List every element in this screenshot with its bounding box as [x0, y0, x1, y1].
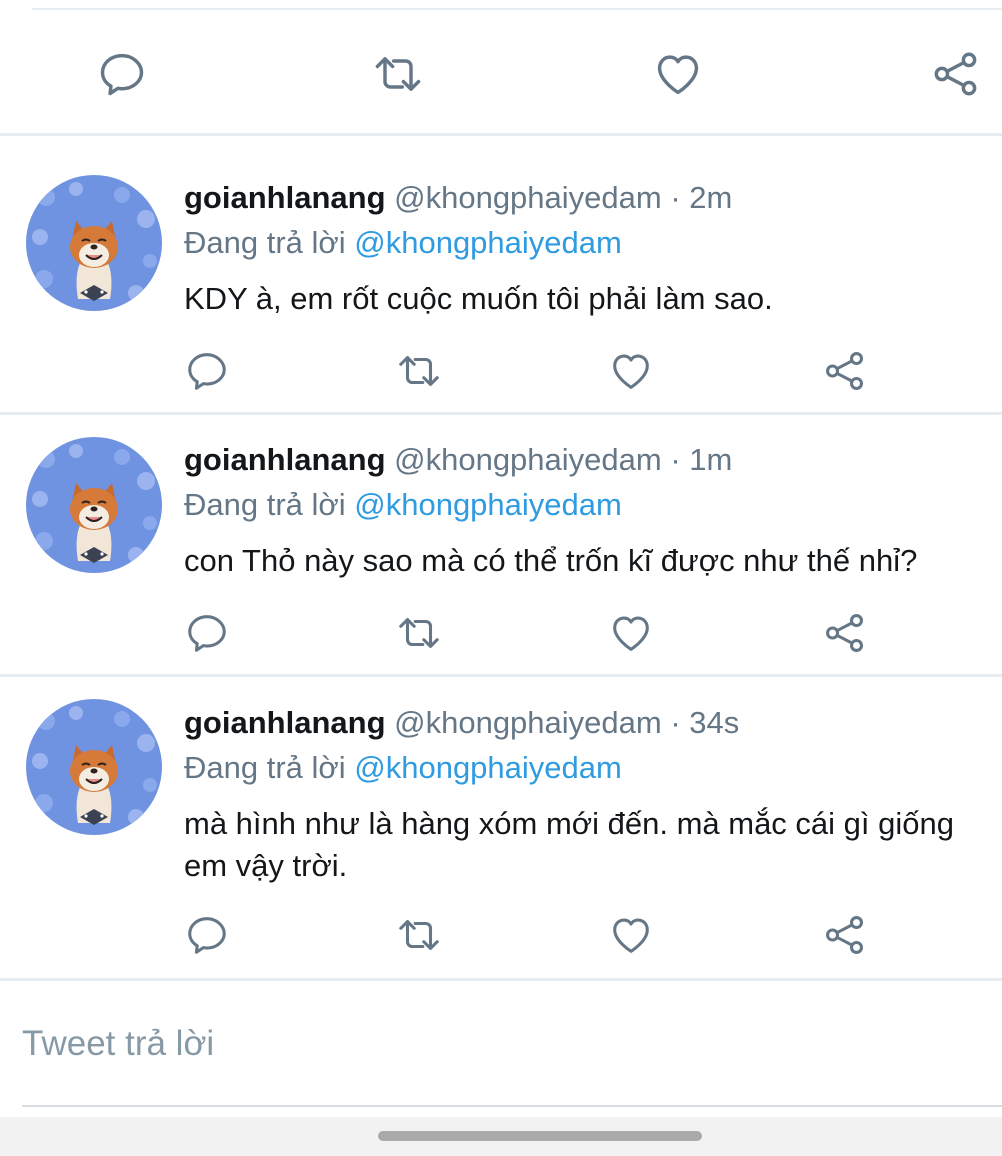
tweet-header: goianhlanang @khongphaiyedam · 34s [184, 703, 739, 743]
share-icon[interactable] [822, 348, 868, 394]
replying-to: Đang trả lời @khongphaiyedam [184, 485, 622, 525]
retweet-icon[interactable] [396, 348, 442, 394]
replying-to: Đang trả lời @khongphaiyedam [184, 223, 622, 263]
tweet[interactable]: goianhlanang @khongphaiyedam · 1m Đang t… [0, 415, 1002, 677]
reply-compose-input[interactable]: Tweet trả lời [22, 1022, 214, 1066]
reply-icon[interactable] [96, 48, 148, 100]
replying-to-label: Đang trả lời [184, 487, 346, 522]
avatar[interactable] [26, 699, 162, 835]
replying-to-label: Đang trả lời [184, 750, 346, 785]
mention-link[interactable]: @khongphaiyedam [354, 487, 622, 522]
tweet[interactable]: goianhlanang @khongphaiyedam · 34s Đang … [0, 677, 1002, 981]
share-icon[interactable] [822, 610, 868, 656]
tweet-text: mà hình như là hàng xóm mới đến. mà mắc … [184, 806, 954, 883]
mention-link[interactable]: @khongphaiyedam [354, 750, 622, 785]
replying-to-label: Đang trả lời [184, 225, 346, 260]
replying-to: Đang trả lời @khongphaiyedam [184, 748, 622, 788]
compose-underline [22, 1105, 1002, 1107]
timestamp: · 34s [670, 705, 740, 740]
display-name[interactable]: goianhlanang [184, 180, 386, 215]
mention-link[interactable]: @khongphaiyedam [354, 225, 622, 260]
avatar[interactable] [26, 175, 162, 311]
reply-icon[interactable] [184, 348, 230, 394]
reply-icon[interactable] [184, 912, 230, 958]
timestamp: · 2m [670, 180, 733, 215]
home-gesture-handle[interactable] [378, 1131, 702, 1141]
tweet-text: con Thỏ này sao mà có thể trốn kĩ được n… [184, 543, 918, 578]
system-navigation-bar [0, 1117, 1002, 1156]
reply-icon[interactable] [184, 610, 230, 656]
reply-thread-screen: goianhlanang @khongphaiyedam · 2m Đang t… [0, 0, 1002, 1156]
like-icon[interactable] [652, 48, 704, 100]
top-divider [32, 8, 1002, 10]
tweet-header: goianhlanang @khongphaiyedam · 1m [184, 440, 732, 480]
user-handle[interactable]: @khongphaiyedam [394, 442, 662, 477]
user-handle[interactable]: @khongphaiyedam [394, 180, 662, 215]
like-icon[interactable] [608, 610, 654, 656]
display-name[interactable]: goianhlanang [184, 705, 386, 740]
parent-tweet-actions [0, 0, 1002, 136]
share-icon[interactable] [822, 912, 868, 958]
tweet-header: goianhlanang @khongphaiyedam · 2m [184, 178, 732, 218]
user-handle[interactable]: @khongphaiyedam [394, 705, 662, 740]
tweet[interactable]: goianhlanang @khongphaiyedam · 2m Đang t… [0, 138, 1002, 415]
like-icon[interactable] [608, 912, 654, 958]
retweet-icon[interactable] [372, 48, 424, 100]
like-icon[interactable] [608, 348, 654, 394]
tweet-text: KDY à, em rốt cuộc muốn tôi phải làm sao… [184, 281, 773, 316]
retweet-icon[interactable] [396, 610, 442, 656]
timestamp: · 1m [670, 442, 733, 477]
avatar[interactable] [26, 437, 162, 573]
share-icon[interactable] [930, 48, 982, 100]
retweet-icon[interactable] [396, 912, 442, 958]
display-name[interactable]: goianhlanang [184, 442, 386, 477]
